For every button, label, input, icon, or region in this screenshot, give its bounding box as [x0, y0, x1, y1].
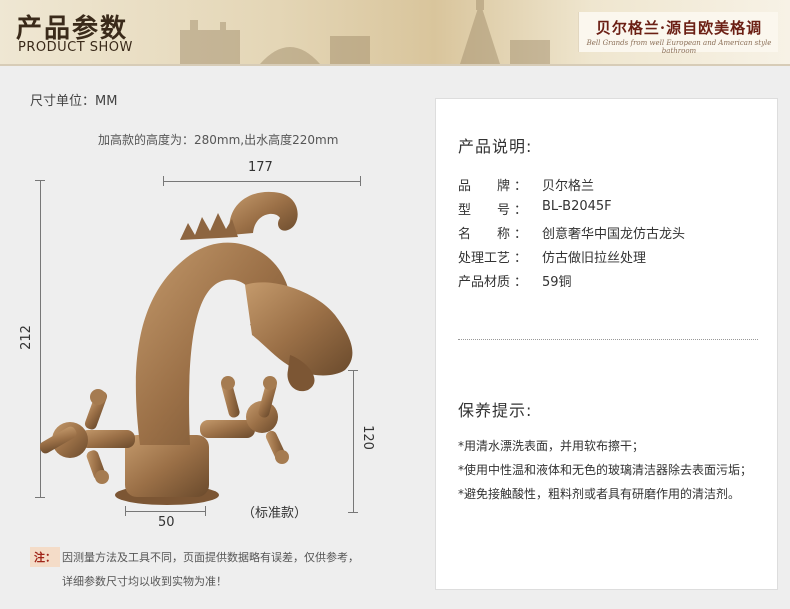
spec-row-brand: 品 牌 ： 贝尔格兰: [458, 175, 758, 195]
spec-separator: ：: [514, 203, 528, 218]
spec-value: 59铜: [542, 275, 572, 290]
spec-row-name: 名 称 ： 创意奢华中国龙仿古龙头: [458, 223, 758, 243]
dimension-width-label: 177: [248, 160, 273, 175]
unit-label: 尺寸单位：MM: [30, 94, 118, 109]
care-item: *使用中性温和液体和无色的玻璃清洁器除去表面污垢；: [458, 463, 753, 477]
spec-separator: ：: [514, 275, 528, 290]
header-divider: [0, 64, 790, 66]
section-divider: [458, 339, 758, 340]
paris-skyline-illustration: [180, 0, 550, 64]
header-banner: 产品参数 PRODUCT SHOW 贝尔格兰·源自欧美格调 Bell Grand…: [0, 0, 790, 64]
dimension-width-line: [163, 181, 360, 182]
brand-tagline-box: 贝尔格兰·源自欧美格调 Bell Grands from well Europe…: [578, 12, 778, 55]
spec-row-model: 型 号 ： BL-B2045F: [458, 199, 758, 219]
dimension-height-tick-top: [35, 180, 45, 181]
spec-value: 贝尔格兰: [542, 179, 595, 194]
spec-separator: ：: [514, 179, 528, 194]
brand-tagline: 贝尔格兰·源自欧美格调: [595, 19, 763, 37]
care-item: *用清水漂洗表面，并用软布擦干；: [458, 439, 645, 453]
page-subtitle: PRODUCT SHOW: [18, 40, 133, 55]
spec-separator: ：: [514, 251, 528, 266]
spec-value: BL-B2045F: [542, 199, 612, 214]
spec-value: 仿古做旧拉丝处理: [542, 251, 647, 266]
note-tag: 注：: [30, 547, 60, 567]
spec-value: 创意奢华中国龙仿古龙头: [542, 227, 686, 242]
care-item: *避免接触酸性，粗料剂或者具有研磨作用的清洁剂。: [458, 487, 741, 501]
dimension-height-label: 212: [18, 325, 34, 350]
dragon-faucet-image: [40, 191, 353, 505]
note-line-2: 详细参数尺寸均以收到实物为准！: [62, 575, 227, 588]
spec-row-material: 产品材质 ： 59铜: [458, 271, 758, 291]
product-info-panel: 产品说明: 品 牌 ： 贝尔格兰 型 号 ： BL-B2045F 名 称 ： 创…: [435, 98, 778, 590]
spec-separator: ：: [514, 227, 528, 242]
spec-section-title: 产品说明:: [458, 137, 533, 156]
spec-row-process: 处理工艺 ： 仿古做旧拉丝处理: [458, 247, 758, 267]
standard-model-label: （标准款）: [242, 506, 308, 521]
brand-tagline-en: Bell Grands from well European and Ameri…: [586, 39, 772, 55]
care-section-title: 保养提示:: [458, 401, 533, 420]
note-line-1: 因测量方法及工具不同，页面提供数据略有误差，仅供参考，: [62, 551, 359, 564]
height-note: 加高款的高度为：280mm,出水高度220mm: [98, 133, 339, 147]
dimension-base-label: 50: [158, 515, 175, 530]
